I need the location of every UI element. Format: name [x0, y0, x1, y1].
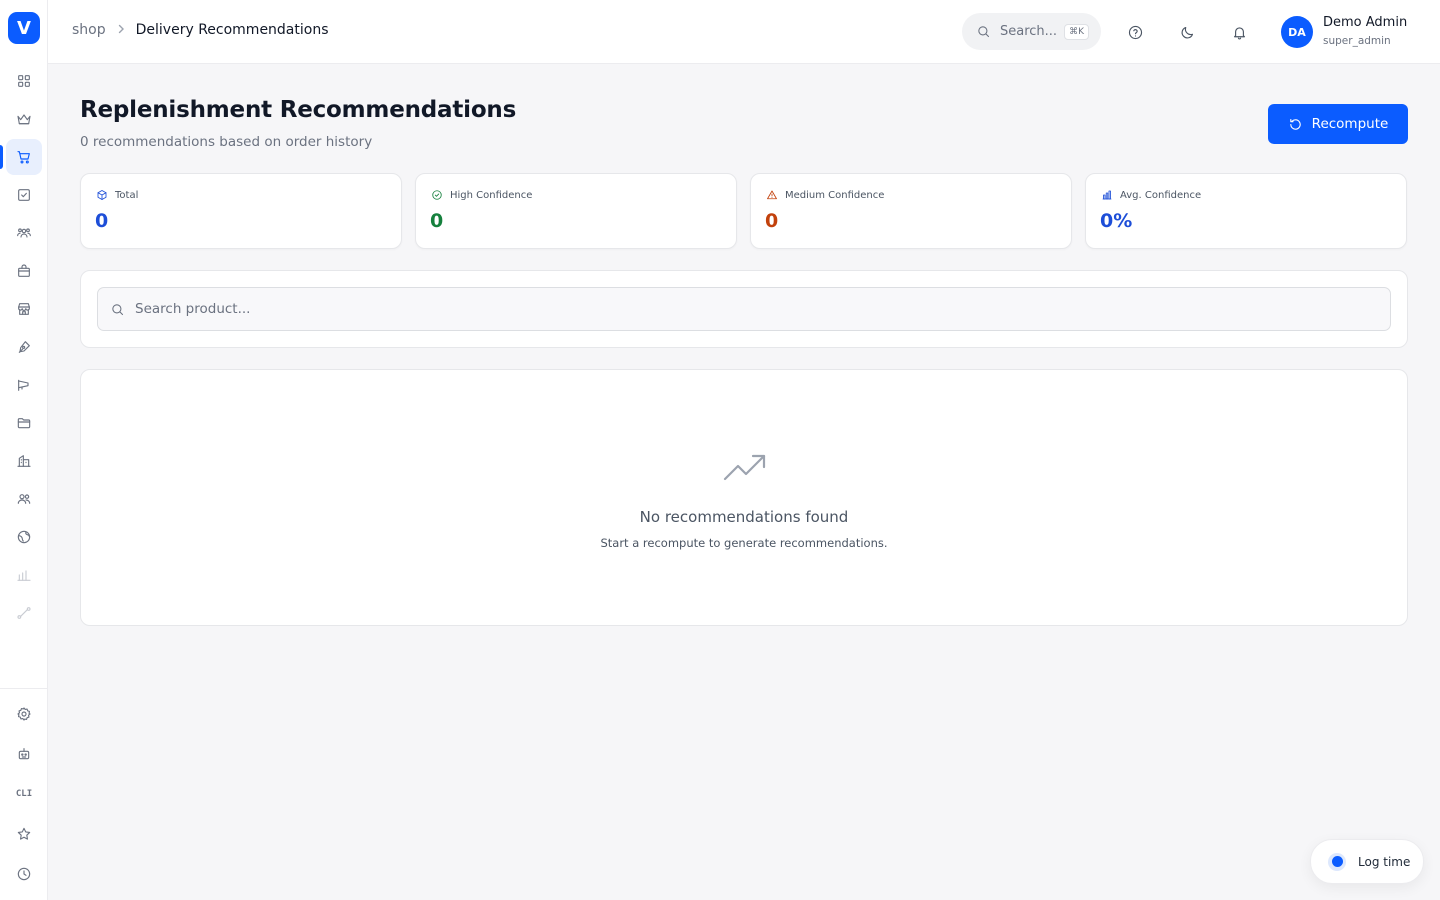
recompute-button[interactable]: Recompute — [1268, 104, 1408, 144]
megaphone-icon — [18, 379, 29, 391]
box-icon — [97, 190, 107, 200]
recompute-label: Recompute — [1311, 116, 1389, 132]
sidebar-item-global[interactable] — [6, 519, 42, 555]
sidebar-item-team[interactable] — [6, 215, 42, 251]
pen-icon — [18, 341, 30, 353]
crown-icon — [17, 114, 31, 125]
avatar[interactable]: DA — [1281, 16, 1313, 48]
sidebar-divider — [0, 688, 47, 689]
stat-value-high-confidence: 0 — [430, 210, 444, 232]
trending-up-icon — [722, 451, 768, 485]
product-search-input[interactable] — [135, 301, 1375, 317]
timer-icon — [1328, 852, 1346, 871]
sidebar-item-tasks[interactable] — [6, 177, 42, 213]
stat-label-avg-confidence: Avg. Confidence — [1101, 189, 1201, 201]
sidebar-item-company[interactable] — [6, 443, 42, 479]
users-icon — [17, 494, 31, 504]
sidebar-item-shop[interactable] — [6, 139, 42, 175]
help-button[interactable] — [1123, 20, 1147, 44]
log-time-label: Log time — [1358, 854, 1411, 869]
sidebar-item-bot[interactable] — [6, 736, 42, 772]
search-icon — [978, 26, 990, 38]
stat-value-total: 0 — [95, 210, 109, 232]
sidebar-item-routes[interactable] — [6, 595, 42, 631]
sidebar-item-favorites[interactable] — [6, 816, 42, 852]
breadcrumb: shop Delivery Recommendations — [72, 22, 329, 38]
stat-card-high-confidence: High Confidence 0 — [415, 173, 737, 249]
stat-label-total: Total — [96, 189, 138, 201]
search-shortcut-badge: ⌘K — [1064, 23, 1089, 40]
bar-chart-icon — [17, 570, 31, 581]
check-circle-icon — [432, 190, 442, 200]
sidebar-item-crown[interactable] — [6, 101, 42, 137]
globe-icon — [17, 530, 31, 544]
page-subtitle: 0 recommendations based on order history — [80, 134, 373, 150]
breadcrumb-root[interactable]: shop — [72, 22, 106, 38]
search-panel — [80, 270, 1408, 348]
cart-icon — [17, 151, 30, 164]
stat-label-text: High Confidence — [450, 189, 533, 201]
notifications-button[interactable] — [1227, 20, 1251, 44]
sidebar: V CLI — [0, 0, 48, 900]
clock-icon — [17, 867, 31, 881]
sidebar-item-analytics[interactable] — [6, 557, 42, 593]
stat-label-medium-confidence: Medium Confidence — [766, 189, 884, 201]
active-indicator — [0, 145, 3, 169]
dashboard-icon — [18, 75, 30, 87]
sidebar-item-settings[interactable] — [6, 696, 42, 732]
warning-icon — [767, 190, 777, 200]
team-icon — [17, 228, 31, 238]
log-time-button[interactable]: Log time — [1310, 839, 1424, 884]
help-icon — [1128, 25, 1142, 39]
search-icon — [112, 303, 124, 315]
stat-card-avg-confidence: Avg. Confidence 0% — [1085, 173, 1407, 249]
sidebar-item-cli[interactable]: CLI — [6, 776, 42, 812]
sidebar-item-users[interactable] — [6, 481, 42, 517]
empty-state-subtitle: Start a recompute to generate recommenda… — [600, 536, 888, 550]
sidebar-item-history[interactable] — [6, 856, 42, 892]
gear-icon — [17, 707, 31, 721]
stat-value-avg-confidence: 0% — [1100, 210, 1133, 232]
product-search-field[interactable] — [97, 287, 1391, 331]
sidebar-item-store[interactable] — [6, 291, 42, 327]
route-icon — [17, 607, 31, 619]
theme-toggle-button[interactable] — [1175, 20, 1199, 44]
folder-icon — [17, 418, 31, 429]
app-logo[interactable]: V — [8, 12, 40, 44]
global-search-placeholder: Search... — [1000, 24, 1058, 39]
sidebar-item-dashboard[interactable] — [6, 63, 42, 99]
global-search[interactable]: Search... ⌘K — [962, 13, 1101, 50]
robot-icon — [18, 748, 30, 760]
stat-label-text: Medium Confidence — [785, 189, 885, 201]
empty-state-title: No recommendations found — [639, 508, 849, 526]
stat-label-high-confidence: High Confidence — [431, 189, 532, 201]
store-icon — [18, 303, 30, 315]
user-name[interactable]: Demo Admin — [1323, 15, 1407, 30]
bell-icon — [1233, 26, 1245, 39]
cli-icon: CLI — [15, 789, 33, 799]
stat-card-medium-confidence: Medium Confidence 0 — [750, 173, 1072, 249]
bar-chart-icon — [1102, 190, 1112, 200]
building-icon — [17, 455, 31, 467]
bag-icon — [18, 264, 30, 277]
sidebar-item-files[interactable] — [6, 405, 42, 441]
sidebar-item-campaigns[interactable] — [6, 367, 42, 403]
stat-label-text: Total — [115, 189, 139, 201]
stat-value-medium-confidence: 0 — [765, 210, 779, 232]
user-role: super_admin — [1323, 35, 1391, 47]
chevron-right-icon — [116, 23, 126, 37]
sidebar-item-orders[interactable] — [6, 253, 42, 289]
breadcrumb-current: Delivery Recommendations — [135, 22, 329, 38]
recommendations-panel: No recommendations found Start a recompu… — [80, 369, 1408, 626]
checkbox-icon — [18, 189, 30, 201]
moon-icon — [1181, 26, 1193, 38]
page-title: Replenishment Recommendations — [80, 97, 517, 123]
topbar: shop Delivery Recommendations Search... … — [48, 0, 1440, 64]
refresh-icon — [1289, 118, 1301, 130]
stat-card-total: Total 0 — [80, 173, 402, 249]
sidebar-item-design[interactable] — [6, 329, 42, 365]
stat-label-text: Avg. Confidence — [1120, 189, 1202, 201]
star-icon — [17, 827, 31, 840]
